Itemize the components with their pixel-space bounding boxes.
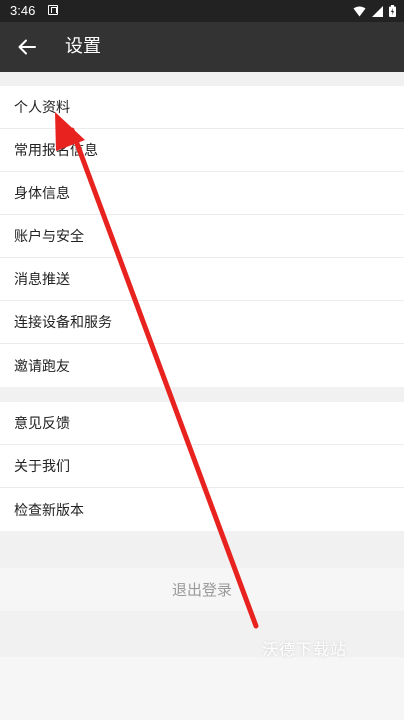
settings-item-label: 邀请跑友 bbox=[14, 358, 70, 375]
logout-button[interactable]: 退出登录 bbox=[0, 568, 404, 611]
settings-group-account: 个人资料 常用报名信息 身体信息 账户与安全 消息推送 连接设备和服务 邀请跑友 bbox=[0, 86, 404, 387]
status-bar: 3:46 bbox=[0, 0, 404, 22]
settings-item-label: 账户与安全 bbox=[14, 229, 84, 245]
settings-item-push-notifications[interactable]: 消息推送 bbox=[0, 258, 404, 301]
settings-item-check-update[interactable]: 检查新版本 bbox=[0, 488, 404, 531]
status-time: 3:46 bbox=[10, 3, 36, 18]
settings-item-profile[interactable]: 个人资料 bbox=[0, 86, 404, 129]
settings-item-feedback[interactable]: 意见反馈 bbox=[0, 402, 404, 445]
settings-group-about: 意见反馈 关于我们 检查新版本 bbox=[0, 402, 404, 531]
notification-app-icon bbox=[48, 5, 58, 15]
settings-item-registration-info[interactable]: 常用报名信息 bbox=[0, 129, 404, 172]
settings-item-label: 消息推送 bbox=[14, 272, 70, 288]
settings-item-label: 检查新版本 bbox=[14, 502, 84, 519]
logout-label: 退出登录 bbox=[171, 581, 232, 599]
bottom-spacer bbox=[0, 657, 404, 720]
watermark: 沃德下载站 bbox=[262, 640, 348, 659]
settings-item-label: 身体信息 bbox=[14, 186, 70, 202]
wifi-icon bbox=[353, 6, 366, 16]
settings-item-connect-devices[interactable]: 连接设备和服务 bbox=[0, 301, 404, 344]
back-button[interactable] bbox=[10, 30, 44, 64]
settings-item-label: 关于我们 bbox=[14, 459, 70, 475]
settings-item-body-info[interactable]: 身体信息 bbox=[0, 172, 404, 215]
arrow-left-icon bbox=[18, 39, 36, 55]
settings-item-label: 常用报名信息 bbox=[14, 143, 98, 159]
settings-item-label: 连接设备和服务 bbox=[14, 315, 112, 331]
battery-icon bbox=[389, 5, 396, 17]
settings-item-about-us[interactable]: 关于我们 bbox=[0, 445, 404, 488]
toolbar: 设置 bbox=[0, 22, 404, 72]
status-indicators bbox=[353, 3, 396, 19]
page-title: 设置 bbox=[65, 36, 101, 57]
settings-item-label: 个人资料 bbox=[14, 100, 70, 116]
settings-item-label: 意见反馈 bbox=[14, 416, 70, 432]
settings-item-account-security[interactable]: 账户与安全 bbox=[0, 215, 404, 258]
settings-item-invite-friends[interactable]: 邀请跑友 bbox=[0, 344, 404, 387]
signal-icon bbox=[372, 5, 383, 17]
